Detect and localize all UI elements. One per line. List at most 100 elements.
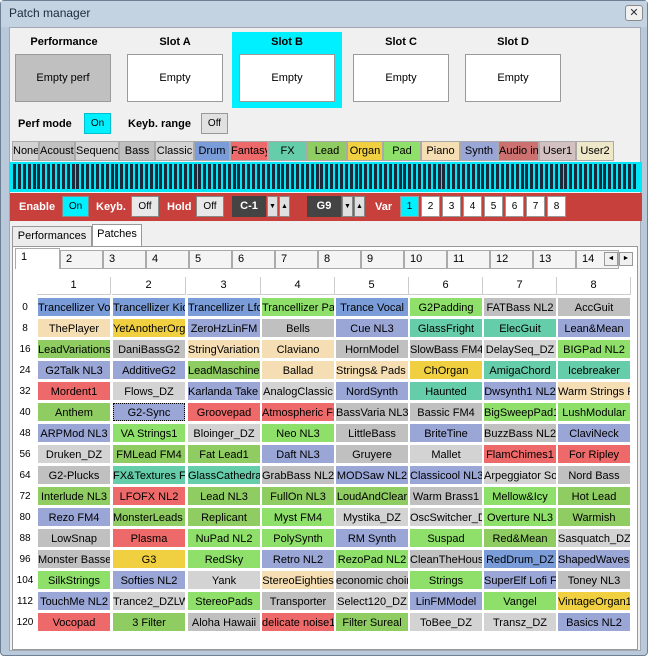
category-fantasy[interactable]: Fantasy (230, 141, 268, 161)
key[interactable] (374, 164, 378, 189)
patch-cell[interactable]: LeadVariations (37, 339, 111, 359)
tab-patches[interactable]: Patches (92, 224, 142, 246)
patch-cell[interactable]: Strings& Pads NL3 (335, 360, 409, 380)
patch-cell[interactable]: GlassFright (409, 318, 483, 338)
patch-cell[interactable]: SilkStrings (37, 570, 111, 590)
variation-button-8[interactable]: 8 (547, 196, 566, 217)
patch-cell[interactable]: Neo NL3 (261, 423, 335, 443)
key[interactable] (310, 164, 314, 189)
patch-cell[interactable]: Trance2_DZLW (112, 591, 186, 611)
patch-cell[interactable]: SuperElf Lofi FX (483, 570, 557, 590)
high-key-down-icon[interactable]: ▼ (342, 196, 353, 217)
hold-toggle[interactable]: Off (196, 196, 224, 217)
patch-cell[interactable]: YetAnotherOrgan (112, 318, 186, 338)
category-none[interactable]: None (12, 141, 39, 161)
patch-cell[interactable]: Mordent1 (37, 381, 111, 401)
category-piano[interactable]: Piano (421, 141, 460, 161)
category-fx[interactable]: FX (268, 141, 307, 161)
patch-cell[interactable]: Trancellizer Voc (37, 297, 111, 317)
patch-cell[interactable]: FullOn NL3 (261, 486, 335, 506)
key[interactable] (339, 164, 343, 189)
key[interactable] (232, 164, 236, 189)
patch-cell[interactable]: Strings (409, 570, 483, 590)
patch-cell[interactable]: FATBass NL2 (483, 297, 557, 317)
key[interactable] (393, 164, 397, 189)
patch-cell[interactable]: Mallet (409, 444, 483, 464)
patch-cell[interactable]: Haunted (409, 381, 483, 401)
patch-cell[interactable]: BuzzBass NL2 (483, 423, 557, 443)
variation-button-6[interactable]: 6 (505, 196, 524, 217)
patch-cell[interactable]: ClaviNeck (557, 423, 631, 443)
key[interactable] (154, 164, 158, 189)
bank-tab-8[interactable]: 8 (318, 250, 361, 269)
patch-cell[interactable]: Overture NL3 (483, 507, 557, 527)
patch-cell[interactable]: OscSwitcher_DZ (409, 507, 483, 527)
patch-cell[interactable]: Icebreaker (557, 360, 631, 380)
key[interactable] (22, 164, 26, 189)
patch-cell[interactable]: LoudAndClear (335, 486, 409, 506)
patch-cell[interactable]: Filter Sureal (335, 612, 409, 632)
patch-cell[interactable]: Vangel (483, 591, 557, 611)
key[interactable] (325, 164, 329, 189)
slot-performance[interactable]: Empty perf (15, 54, 111, 102)
patch-cell[interactable]: BIGPad NL2 (557, 339, 631, 359)
patch-cell[interactable]: Mellow&Icy (483, 486, 557, 506)
key[interactable] (364, 164, 368, 189)
patch-cell[interactable]: Lean&Mean (557, 318, 631, 338)
patch-cell[interactable]: G2Padding (409, 297, 483, 317)
high-key-up-icon[interactable]: ▲ (354, 196, 365, 217)
slot-a[interactable]: Empty (127, 54, 223, 102)
bank-tab-3[interactable]: 3 (103, 250, 146, 269)
patch-cell[interactable]: Warm Strings FM4 (557, 381, 631, 401)
category-synth[interactable]: Synth (460, 141, 498, 161)
patch-cell[interactable]: ChOrgan (409, 360, 483, 380)
key[interactable] (227, 164, 231, 189)
key[interactable] (276, 164, 280, 189)
patch-cell[interactable]: Select120_DZ (335, 591, 409, 611)
key[interactable] (281, 164, 285, 189)
patch-cell[interactable]: Replicant (187, 507, 261, 527)
key[interactable] (515, 164, 519, 189)
patch-cell[interactable]: StereoPads (187, 591, 261, 611)
bank-tab-9[interactable]: 9 (361, 250, 404, 269)
patch-cell[interactable]: Bassic FM4 (409, 402, 483, 422)
patch-cell[interactable]: Plasma (112, 528, 186, 548)
bank-tab-5[interactable]: 5 (189, 250, 232, 269)
patch-cell[interactable]: LinFMModel (409, 591, 483, 611)
key[interactable] (413, 164, 417, 189)
key[interactable] (291, 164, 295, 189)
patch-cell[interactable]: FX&Textures FM4 (112, 465, 186, 485)
patch-cell[interactable]: VintageOrgan1 (557, 591, 631, 611)
category-bass[interactable]: Bass (119, 141, 155, 161)
bank-tab-7[interactable]: 7 (275, 250, 318, 269)
patch-cell[interactable]: Trance Vocal (335, 297, 409, 317)
key[interactable] (266, 164, 270, 189)
key[interactable] (579, 164, 583, 189)
patch-cell[interactable]: Fat Lead1 (187, 444, 261, 464)
patch-cell[interactable]: GlassCathedral (187, 465, 261, 485)
key[interactable] (588, 164, 592, 189)
scroll-left-icon[interactable]: ◄ (604, 252, 618, 266)
key[interactable] (27, 164, 31, 189)
key[interactable] (627, 164, 631, 189)
patch-cell[interactable]: Interlude NL3 (37, 486, 111, 506)
key[interactable] (369, 164, 373, 189)
bank-tab-6[interactable]: 6 (232, 250, 275, 269)
close-icon[interactable]: ✕ (625, 5, 643, 21)
patch-cell[interactable]: HornModel (335, 339, 409, 359)
patch-cell[interactable]: Myst FM4 (261, 507, 335, 527)
category-drum[interactable]: Drum (194, 141, 230, 161)
key[interactable] (149, 164, 153, 189)
patch-cell[interactable]: Dwsynth1 NL2 (483, 381, 557, 401)
key[interactable] (76, 164, 80, 189)
key[interactable] (388, 164, 392, 189)
category-user1[interactable]: User1 (539, 141, 576, 161)
key[interactable] (471, 164, 475, 189)
tab-performances[interactable]: Performances (12, 226, 92, 246)
key[interactable] (95, 164, 99, 189)
key[interactable] (383, 164, 387, 189)
patch-cell[interactable]: LushModular (557, 402, 631, 422)
key[interactable] (540, 164, 544, 189)
patch-cell[interactable]: AccGuit (557, 297, 631, 317)
patch-cell[interactable]: StringVariations (187, 339, 261, 359)
